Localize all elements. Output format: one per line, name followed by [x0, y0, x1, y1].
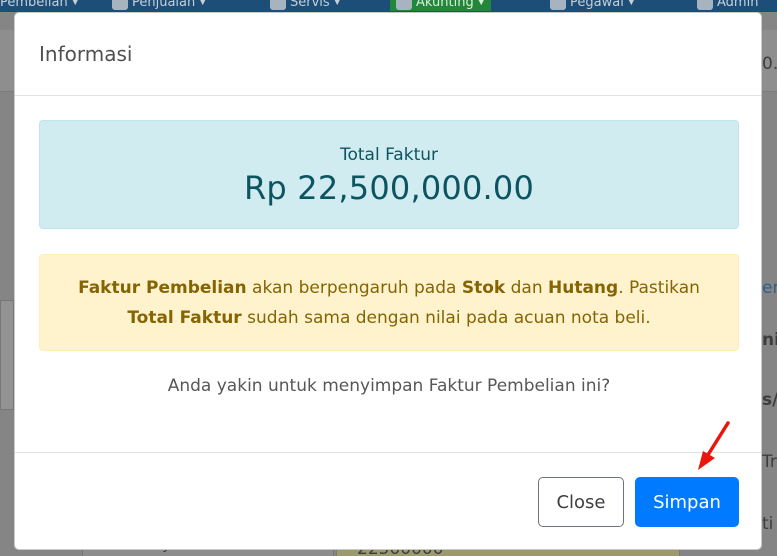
warning-strong-text: Total Faktur	[127, 308, 242, 328]
warning-strong-text: Faktur Pembelian	[78, 278, 247, 298]
confirm-question: Anda yakin untuk menyimpan Faktur Pembel…	[167, 376, 611, 396]
modal-body: Total Faktur Rp 22,500,000.00 Faktur Pem…	[15, 96, 761, 452]
background-text-fragment: s/	[762, 390, 777, 410]
nav-item-akunting[interactable]: Akunting ▼	[390, 0, 491, 11]
nav-item-pegawai[interactable]: Pegawai ▼	[550, 0, 635, 11]
nav-item-label: Pegawai	[570, 0, 624, 10]
warning-text: sudah sama dengan nilai pada acuan nota …	[241, 308, 651, 328]
modal-title: Informasi	[39, 42, 133, 66]
nav-item-label: Pembelian	[0, 0, 68, 10]
warning-strong-text: Stok	[461, 278, 506, 298]
nav-item-label: Penjualan	[132, 0, 196, 10]
gears-icon	[270, 0, 286, 10]
cart-icon	[112, 0, 128, 10]
background-text-fragment: Tra	[762, 452, 777, 472]
nav-item-label: Akunting	[416, 0, 474, 10]
modal-footer: Close Simpan	[15, 452, 761, 549]
close-button[interactable]: Close	[538, 477, 624, 527]
nav-item-label: Servis	[290, 0, 330, 10]
warning-text: . Pastikan	[618, 278, 700, 298]
id-card-icon	[550, 0, 566, 10]
background-text-fragment: ti I	[762, 514, 777, 534]
background-text-fragment: en	[762, 278, 777, 298]
total-amount: Rp 22,500,000.00	[243, 169, 535, 207]
caret-down-icon: ▼	[333, 0, 341, 7]
background-value-fragment: 0.0	[762, 54, 777, 74]
confirm-modal: Informasi Total Faktur Rp 22,500,000.00 …	[14, 12, 762, 550]
warning-text: akan berpengaruh pada	[246, 278, 462, 298]
money-icon	[396, 0, 412, 10]
nav-item-penjualan[interactable]: Penjualan ▼	[112, 0, 206, 11]
warning-alert: Faktur Pembelian akan berpengaruh pada S…	[39, 254, 739, 351]
total-info-alert: Total Faktur Rp 22,500,000.00	[39, 120, 739, 229]
annotation-arrow-icon	[698, 421, 730, 470]
background-text-fragment: nis	[762, 330, 777, 350]
background-panel	[0, 300, 14, 410]
caret-down-icon: ▼	[627, 0, 635, 7]
nav-item-admin[interactable]: Admin	[697, 0, 758, 11]
save-button[interactable]: Simpan	[635, 477, 739, 527]
top-navbar: Pembelian ▼ Penjualan ▼ Servis ▼ Akuntin…	[0, 0, 777, 12]
caret-down-icon: ▼	[477, 0, 485, 7]
warning-text: dan	[505, 278, 548, 298]
caret-down-icon: ▼	[199, 0, 207, 7]
nav-item-label: Admin	[717, 0, 759, 10]
total-label: Total Faktur	[339, 145, 438, 165]
caret-down-icon: ▼	[71, 0, 79, 7]
modal-header: Informasi	[15, 13, 761, 96]
warning-strong-text: Hutang	[548, 278, 619, 298]
nav-item-pembelian[interactable]: Pembelian ▼	[0, 0, 79, 11]
gear-icon	[697, 0, 713, 10]
nav-item-servis[interactable]: Servis ▼	[270, 0, 341, 11]
